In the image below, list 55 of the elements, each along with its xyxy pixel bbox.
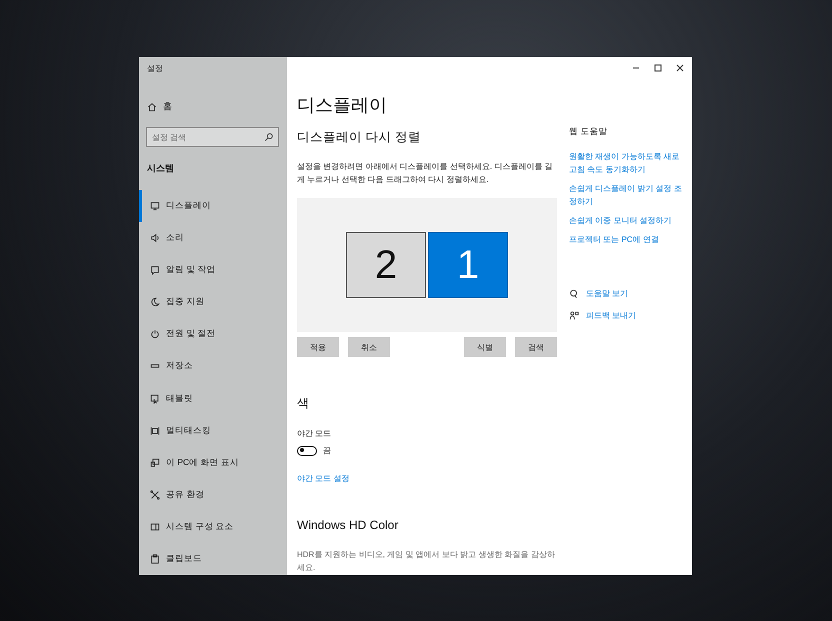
share-icon [150,490,160,500]
components-icon [150,522,160,532]
person-icon [569,310,579,320]
help-action-link[interactable]: 도움말 보기 [569,288,684,299]
sidebar-item[interactable]: 알림 및 작업 [139,254,287,286]
help-link[interactable]: 프로젝터 또는 PC에 연결 [569,233,684,246]
search-field[interactable]: 설정 검색 [146,127,279,147]
arrange-button[interactable]: 적용 [297,337,339,357]
sidebar-item[interactable]: 소리 [139,222,287,254]
toggle-switch[interactable] [297,446,317,456]
sidebar-item[interactable]: 전원 및 절전 [139,318,287,350]
arrange-button[interactable]: 식별 [464,337,506,357]
multitask-icon [150,426,160,436]
section-heading: Windows HD Color [297,518,400,532]
monitor-icon [150,201,160,212]
sidebar-item[interactable]: 공유 환경 [139,478,287,511]
power-icon [150,329,160,340]
home-icon [147,102,157,112]
settings-link[interactable]: 야간 모드 설정 [297,474,350,483]
page-title: 디스플레이 [297,94,388,117]
help-link[interactable]: 원활한 재생이 가능하도록 새로 고침 속도 동기화하기 [569,150,684,176]
tablet-icon [150,394,160,404]
help-heading: 웹 도움말 [569,126,608,138]
sidebar-item[interactable]: 디스플레이 [139,190,287,222]
section-heading: 디스플레이 다시 정렬 [297,129,422,146]
setting-label: 야간 모드 [297,428,332,439]
sidebar-item[interactable]: 멀티태스킹 [139,414,287,447]
clipboard-icon [150,554,160,564]
search-icon [264,132,274,142]
sidebar-item[interactable]: 클립보드 [139,542,287,575]
moon-icon [150,297,160,308]
arrange-description: 설정을 변경하려면 아래에서 디스플레이를 선택하세요. 디스플레이를 길게 누르거나 선택한 다음 드래그하여 다시 정렬하세요. [297,161,554,186]
monitor-tile[interactable]: 1 [428,232,508,298]
section-heading: 시스템 [147,162,175,175]
section-heading: 색 [297,395,310,412]
hd-color-description: HDR를 지원하는 비디오, 게임 및 앱에서 보다 밝고 생생한 화질을 감상하세요. [297,549,556,574]
project-icon [150,458,160,468]
monitor-tile[interactable]: 2 [346,232,426,298]
help-link[interactable]: 손쉽게 디스플레이 밝기 설정 조정하기 [569,182,684,208]
message-icon [150,265,160,276]
window-title: 설정 [146,63,164,74]
sidebar-item[interactable]: 이 PC에 화면 표시 [139,446,287,479]
speaker-icon [150,233,160,244]
sidebar-item[interactable]: 집중 지원 [139,286,287,318]
maximize-icon[interactable] [654,64,662,72]
sidebar-item[interactable]: 저장소 [139,350,287,382]
help-action-link[interactable]: 피드백 보내기 [569,310,684,321]
sidebar-item[interactable]: 시스템 구성 요소 [139,510,287,543]
sidebar-item[interactable]: 태블릿 [139,382,287,415]
toggle-state: 끔 [323,445,331,456]
arrange-button[interactable]: 검색 [515,337,557,357]
home-link[interactable]: 홈 [147,100,287,113]
arrange-button[interactable]: 취소 [348,337,390,357]
help-link[interactable]: 손쉽게 이중 모니터 설정하기 [569,214,684,227]
close-icon[interactable] [676,64,684,72]
